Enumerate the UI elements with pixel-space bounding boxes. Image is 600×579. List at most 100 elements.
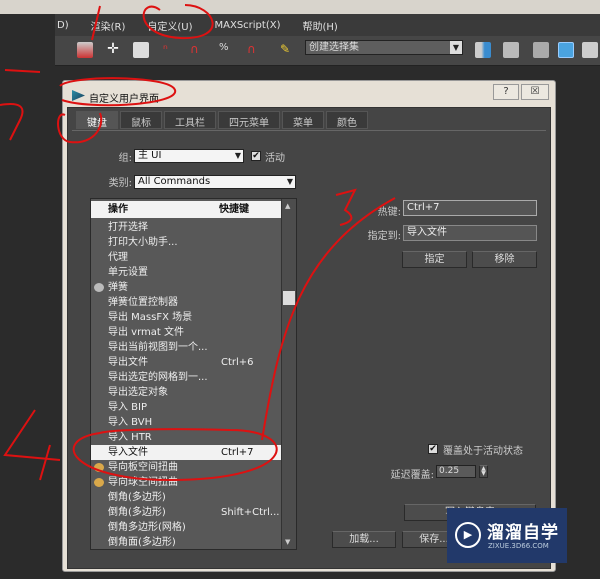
tab-mouse[interactable]: 鼠标 bbox=[120, 111, 162, 129]
chevron-down-icon: ▼ bbox=[234, 151, 241, 160]
mirror-icon[interactable] bbox=[475, 42, 491, 58]
scroll-down-icon[interactable]: ▼ bbox=[285, 538, 290, 546]
list-item[interactable]: 弹簧位置控制器 bbox=[91, 295, 281, 310]
tab-menus[interactable]: 菜单 bbox=[282, 111, 324, 129]
window-top-strip bbox=[0, 0, 600, 14]
list-item-action: 倒角(多边形) bbox=[108, 507, 166, 518]
dialog-title: 自定义用户界面 bbox=[89, 94, 159, 105]
customize-ui-dialog: 自定义用户界面 ? ☒ 键盘 鼠标 工具栏 四元菜单 菜单 颜色 组: 主 UI… bbox=[62, 80, 556, 572]
list-item-action: 导向球空间扭曲 bbox=[108, 477, 178, 488]
list-item-action: 倒角面(多边形) bbox=[108, 537, 176, 548]
help-button[interactable]: ? bbox=[493, 84, 519, 100]
snap-2d-icon[interactable]: ⁿ bbox=[163, 42, 179, 58]
remove-button[interactable]: 移除 bbox=[472, 251, 537, 268]
list-item-action: 导出 MassFX 场景 bbox=[108, 312, 193, 323]
curve-editor-icon[interactable] bbox=[582, 42, 598, 58]
list-item[interactable]: 打印大小助手... bbox=[91, 235, 281, 250]
action-list[interactable]: 操作 快捷键 打开选择打印大小助手... 代理单元设置弹簧弹簧位置控制器导出 Ma… bbox=[90, 198, 297, 550]
dialog-content: 键盘 鼠标 工具栏 四元菜单 菜单 颜色 组: 主 UI ▼ ✔ 活动 类别: A… bbox=[67, 107, 551, 569]
list-item-action: 打印大小助手... bbox=[108, 237, 178, 248]
tab-keyboard[interactable]: 键盘 bbox=[76, 111, 118, 129]
list-item-action: 导出选定对象 bbox=[108, 387, 168, 398]
delay-override-input[interactable]: 0.25 bbox=[436, 465, 476, 478]
list-item[interactable]: 导出 vrmat 文件 bbox=[91, 325, 281, 340]
list-scrollbar[interactable]: ▲ ▼ bbox=[281, 199, 296, 549]
spring-icon bbox=[94, 283, 104, 292]
category-dropdown[interactable]: All Commands ▼ bbox=[134, 175, 296, 189]
list-item[interactable]: 导出选定对象 bbox=[91, 385, 281, 400]
group-value: 主 UI bbox=[138, 150, 162, 161]
menu-item-maxscript[interactable]: MAXScript(X) bbox=[215, 20, 281, 31]
tab-divider bbox=[72, 130, 546, 131]
spinner-snap-icon[interactable]: ∩ bbox=[247, 42, 263, 58]
list-item-action: 导出文件 bbox=[108, 357, 148, 368]
close-button[interactable]: ☒ bbox=[521, 84, 549, 100]
list-item-action: 弹簧位置控制器 bbox=[108, 297, 178, 308]
list-item-action: 导入 HTR bbox=[108, 432, 152, 443]
assigned-to-field: 导入文件 bbox=[403, 225, 537, 241]
angle-snap-icon[interactable]: ∩ bbox=[190, 42, 206, 58]
edit-named-selection-icon[interactable]: ✎ bbox=[280, 42, 296, 58]
watermark-url: ZIXUE.3D66.COM bbox=[488, 542, 549, 550]
place-icon[interactable] bbox=[133, 42, 149, 58]
list-item-shortcut: Shift+Ctrl... bbox=[221, 507, 280, 518]
list-item[interactable]: 倒角面(多边形) bbox=[91, 535, 281, 550]
scroll-up-icon[interactable]: ▲ bbox=[285, 202, 290, 210]
list-item[interactable]: 导出 MassFX 场景 bbox=[91, 310, 281, 325]
list-item[interactable]: 导入文件 Ctrl+7 bbox=[91, 445, 281, 460]
menu-item-d[interactable]: D) bbox=[57, 20, 69, 31]
list-item-action: 弹簧 bbox=[108, 282, 128, 293]
list-item[interactable]: 导出当前视图到一个... bbox=[91, 340, 281, 355]
list-item[interactable]: 代理 bbox=[91, 250, 281, 265]
list-header: 操作 快捷键 bbox=[91, 201, 281, 218]
menu-bar: D) 渲染(R) 自定义(U) MAXScript(X) 帮助(H) bbox=[55, 14, 600, 36]
scroll-thumb[interactable] bbox=[283, 291, 295, 305]
menu-item-help[interactable]: 帮助(H) bbox=[302, 18, 337, 33]
delay-spinner[interactable]: ▲ ▼ bbox=[479, 465, 488, 478]
tab-quad-menus[interactable]: 四元菜单 bbox=[218, 111, 280, 129]
list-item[interactable]: 导入 HTR bbox=[91, 430, 281, 445]
tab-toolbars[interactable]: 工具栏 bbox=[164, 111, 216, 129]
list-item-action: 导入 BVH bbox=[108, 417, 153, 428]
selection-set-value: 创建选择集 bbox=[309, 42, 359, 53]
layer-icon[interactable] bbox=[533, 42, 549, 58]
list-item[interactable]: 导入 BVH bbox=[91, 415, 281, 430]
percent-snap-icon[interactable]: % bbox=[219, 42, 235, 58]
watermark-title: 溜溜自学 bbox=[487, 523, 559, 543]
tab-bar: 键盘 鼠标 工具栏 四元菜单 菜单 颜色 bbox=[76, 111, 368, 129]
column-header-shortcut[interactable]: 快捷键 bbox=[219, 201, 249, 218]
list-item[interactable]: 导出选定的网格到一... bbox=[91, 370, 281, 385]
list-item-action: 导入文件 bbox=[108, 447, 148, 458]
menu-item-render[interactable]: 渲染(R) bbox=[91, 18, 126, 33]
list-item[interactable]: 弹簧 bbox=[91, 280, 281, 295]
menu-item-customize[interactable]: 自定义(U) bbox=[147, 18, 192, 33]
list-item[interactable]: 单元设置 bbox=[91, 265, 281, 280]
category-label: 类别: bbox=[108, 178, 132, 189]
tab-colors[interactable]: 颜色 bbox=[326, 111, 368, 129]
list-item[interactable]: 导向球空间扭曲 bbox=[91, 475, 281, 490]
override-active-checkbox[interactable]: ✔ bbox=[428, 444, 438, 454]
select-link-icon[interactable] bbox=[77, 42, 93, 58]
move-icon[interactable]: ✛ bbox=[105, 42, 121, 58]
assign-button[interactable]: 指定 bbox=[402, 251, 467, 268]
column-header-action[interactable]: 操作 bbox=[108, 201, 128, 218]
group-dropdown[interactable]: 主 UI ▼ bbox=[134, 149, 244, 163]
hotkey-input[interactable]: Ctrl+7 bbox=[403, 200, 537, 216]
space-warp-icon bbox=[94, 463, 104, 472]
align-icon[interactable] bbox=[503, 42, 519, 58]
load-button[interactable]: 加载... bbox=[332, 531, 396, 548]
list-item[interactable]: 导向板空间扭曲 bbox=[91, 460, 281, 475]
dialog-titlebar[interactable]: 自定义用户界面 ? ☒ bbox=[63, 81, 555, 107]
list-item[interactable]: 导出文件 Ctrl+6 bbox=[91, 355, 281, 370]
scene-explorer-icon[interactable] bbox=[558, 42, 574, 58]
list-item[interactable]: 倒角(多边形) bbox=[91, 490, 281, 505]
list-item[interactable]: 倒角(多边形) Shift+Ctrl... bbox=[91, 505, 281, 520]
list-item[interactable]: 倒角多边形(网格) bbox=[91, 520, 281, 535]
list-item-action: 导出当前视图到一个... bbox=[108, 342, 208, 353]
named-selection-dropdown[interactable]: 创建选择集 ▼ bbox=[305, 40, 463, 55]
list-item-shortcut: Ctrl+6 bbox=[221, 357, 254, 368]
list-item-action: 代理 bbox=[108, 252, 128, 263]
active-checkbox[interactable]: ✔ bbox=[251, 151, 261, 161]
list-item[interactable]: 打开选择 bbox=[91, 220, 281, 235]
list-item[interactable]: 导入 BIP bbox=[91, 400, 281, 415]
